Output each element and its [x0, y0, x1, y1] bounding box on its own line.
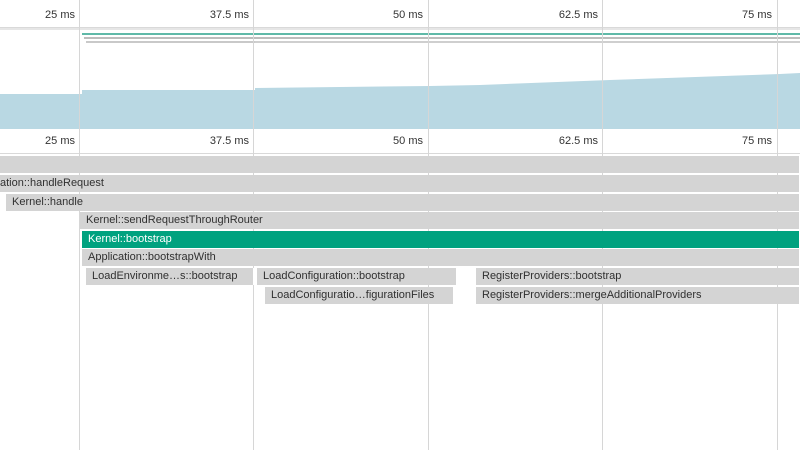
flame-bar-kernel-handle[interactable]: Kernel::handle	[6, 194, 800, 211]
flame-bar-handle-request[interactable]: ation::handleRequest	[0, 175, 800, 192]
flamechart-time-ruler: 25 ms 37.5 ms 50 ms 62.5 ms 75 ms	[0, 131, 800, 154]
flame-bar-send-request[interactable]: Kernel::sendRequestThroughRouter	[80, 212, 800, 229]
overview-strip	[0, 28, 800, 30]
tick-label: 50 ms	[393, 9, 423, 21]
tick-label: 25 ms	[45, 135, 75, 147]
flame-bar-bootstrap-with[interactable]: Application::bootstrapWith	[82, 249, 800, 266]
overview-graph	[0, 28, 800, 129]
tick-label: 75 ms	[742, 135, 772, 147]
tick-label: 25 ms	[45, 9, 75, 21]
flame-bar-register-providers[interactable]: RegisterProviders::bootstrap	[476, 268, 800, 285]
flame-bar-root[interactable]	[0, 156, 800, 173]
flame-bar-kernel-bootstrap[interactable]: Kernel::bootstrap	[82, 231, 800, 248]
overview-area	[0, 73, 800, 129]
flame-bar-load-environment[interactable]: LoadEnvironme…s::bootstrap	[86, 268, 254, 285]
tick-label: 62.5 ms	[558, 135, 598, 147]
tick-label: 37.5 ms	[209, 135, 249, 147]
flame-bar-merge-additional-providers[interactable]: RegisterProviders::mergeAdditionalProvid…	[476, 287, 800, 304]
overview-activity-chart[interactable]	[0, 28, 800, 131]
tick-label: 37.5 ms	[209, 9, 249, 21]
flame-bar-load-configuration-files[interactable]: LoadConfiguratio…figurationFiles	[265, 287, 454, 304]
flame-chart: ation::handleRequest Kernel::handle Kern…	[0, 154, 800, 450]
tick-label: 62.5 ms	[558, 9, 598, 21]
tick-label: 50 ms	[393, 135, 423, 147]
overview-strip	[84, 37, 800, 39]
overview-selected-strip	[82, 33, 800, 35]
tick-label: 75 ms	[742, 9, 772, 21]
overview-strip	[255, 41, 800, 43]
overview-time-ruler: 25 ms 37.5 ms 50 ms 62.5 ms 75 ms	[0, 5, 800, 28]
flame-bar-load-configuration[interactable]: LoadConfiguration::bootstrap	[257, 268, 457, 285]
